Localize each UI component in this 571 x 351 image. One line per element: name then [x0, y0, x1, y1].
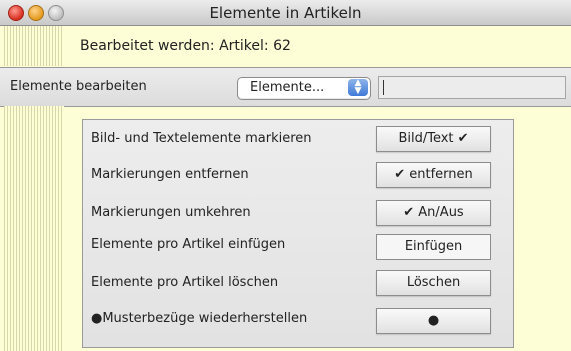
- label-insert-elements: Elemente pro Artikel einfügen: [91, 237, 286, 252]
- label-delete-elements: Elemente pro Artikel löschen: [91, 275, 279, 290]
- striped-gutter-top: [4, 26, 64, 66]
- elements-popup-menu[interactable]: Elemente... ▲ ▼: [237, 77, 371, 100]
- label-toggle-marks: Markierungen umkehren: [91, 205, 251, 220]
- label-remove-marks: Markierungen entfernen: [91, 167, 249, 182]
- edited-record-label: Bearbeitet werden: Artikel: 62: [80, 38, 291, 54]
- striped-gutter-bottom: [4, 106, 64, 351]
- title-bar[interactable]: Elemente in Artikeln: [0, 0, 571, 26]
- up-down-arrows-icon[interactable]: ▲ ▼: [348, 79, 368, 96]
- window-title: Elemente in Artikeln: [209, 4, 362, 22]
- element-text-field[interactable]: [378, 76, 566, 99]
- edit-elements-label: Elemente bearbeiten: [10, 79, 147, 94]
- toggle-marks-button[interactable]: ✔ An/Aus: [376, 200, 491, 226]
- popup-value: Elemente...: [250, 80, 325, 95]
- actions-panel: Bild- und Textelemente markieren Bild/Te…: [82, 119, 514, 348]
- label-restore-pattern-refs: ●Musterbezüge wiederherstellen: [91, 311, 308, 326]
- mark-image-text-button[interactable]: Bild/Text ✔: [376, 126, 491, 152]
- remove-marks-button[interactable]: ✔ entfernen: [376, 162, 491, 188]
- delete-elements-button[interactable]: Löschen: [376, 270, 491, 296]
- restore-pattern-refs-button[interactable]: ●: [376, 308, 491, 334]
- label-mark-image-text: Bild- und Textelemente markieren: [91, 131, 312, 146]
- window: Elemente in Artikeln Bearbeitet werden: …: [0, 0, 571, 351]
- elements-edit-bar: Elemente bearbeiten Elemente... ▲ ▼: [0, 67, 571, 107]
- text-cursor: [383, 80, 384, 95]
- insert-elements-button[interactable]: Einfügen: [376, 234, 491, 260]
